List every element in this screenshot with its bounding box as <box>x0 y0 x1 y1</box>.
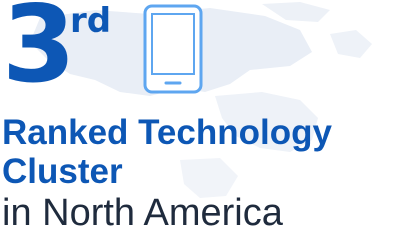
headline-line-2: Cluster <box>2 152 123 191</box>
headline-line-1: Ranked Technology <box>2 113 332 152</box>
map-landmass-island-2 <box>330 30 372 58</box>
phone-body <box>143 4 203 94</box>
rank-number: 3 <box>2 0 76 106</box>
rank-ordinal-suffix: rd <box>70 1 112 41</box>
subline: in North America <box>2 192 283 234</box>
headline: Ranked Technology Cluster <box>2 113 406 191</box>
smartphone-icon <box>143 4 203 94</box>
